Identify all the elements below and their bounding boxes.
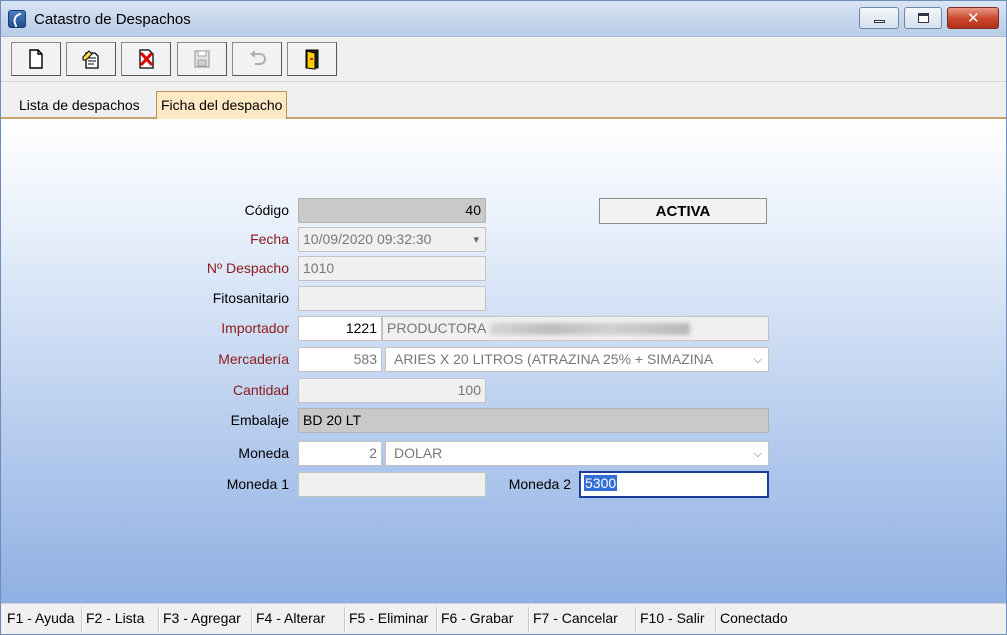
- status-f7-cancel[interactable]: F7 - Cancelar: [529, 607, 636, 632]
- tab-lista-despachos[interactable]: Lista de despachos: [15, 94, 144, 119]
- edit-document-icon: [82, 50, 99, 69]
- importador-code-field[interactable]: 1221: [298, 316, 382, 341]
- codigo-field[interactable]: 40: [298, 198, 486, 223]
- moneda2-label: Moneda 2: [508, 476, 571, 492]
- moneda-label: Moneda: [238, 445, 289, 461]
- status-f1-help[interactable]: F1 - Ayuda: [3, 607, 82, 632]
- exit-door-icon: [305, 49, 319, 70]
- moneda-select[interactable]: DOLAR ⌵: [385, 441, 769, 466]
- status-f10-exit[interactable]: F10 - Salir: [636, 607, 716, 632]
- status-f2-list[interactable]: F2 - Lista: [82, 607, 159, 632]
- importador-name: PRODUCTORA: [387, 320, 487, 336]
- undo-icon: [250, 50, 266, 65]
- new-document-icon: [29, 49, 43, 69]
- fitosanitario-field[interactable]: [298, 286, 486, 311]
- status-f4-edit[interactable]: F4 - Alterar: [252, 607, 345, 632]
- despacho-field[interactable]: 1010: [298, 256, 486, 281]
- status-connection: Conectado: [716, 607, 1006, 632]
- close-button[interactable]: ✕: [947, 7, 999, 29]
- mercaderia-code-field[interactable]: 583: [298, 347, 382, 372]
- status-badge: ACTIVA: [599, 198, 767, 224]
- status-f5-delete[interactable]: F5 - Eliminar: [345, 607, 437, 632]
- form-panel: Código 40 ACTIVA Fecha 10/09/2020 09:32:…: [1, 119, 1006, 603]
- minimize-icon: [874, 20, 885, 23]
- status-bar: F1 - Ayuda F2 - Lista F3 - Agregar F4 - …: [1, 603, 1006, 634]
- mercaderia-name: ARIES X 20 LITROS (ATRAZINA 25% + SIMAZI…: [394, 351, 714, 367]
- window-title: Catastro de Despachos: [34, 11, 191, 28]
- dropdown-arrow-icon[interactable]: ▾: [473, 233, 479, 246]
- despacho-label: Nº Despacho: [206, 260, 289, 276]
- moneda2-value: 5300: [584, 475, 618, 491]
- fecha-field[interactable]: 10/09/2020 09:32:30 ▾: [298, 227, 486, 252]
- embalaje-field[interactable]: BD 20 LT: [298, 408, 769, 433]
- moneda-name: DOLAR: [394, 445, 443, 461]
- close-icon: ✕: [967, 9, 980, 27]
- fecha-value: 10/09/2020 09:32:30: [303, 231, 432, 247]
- delete-button[interactable]: [121, 42, 171, 76]
- cantidad-label: Cantidad: [232, 382, 289, 398]
- new-button[interactable]: [11, 42, 61, 76]
- app-icon: [8, 10, 26, 28]
- mercaderia-label: Mercadería: [218, 351, 289, 367]
- edit-button[interactable]: [66, 42, 116, 76]
- redacted-text: [490, 323, 691, 336]
- main-window: Catastro de Despachos ✕ Lista de despach…: [0, 0, 1007, 635]
- moneda1-label: Moneda 1: [226, 476, 289, 492]
- minimize-button[interactable]: [859, 7, 899, 29]
- toolbar: [1, 38, 1006, 82]
- moneda2-field[interactable]: 5300: [579, 471, 769, 498]
- mercaderia-select[interactable]: ARIES X 20 LITROS (ATRAZINA 25% + SIMAZI…: [385, 347, 769, 372]
- save-button[interactable]: [177, 42, 227, 76]
- save-icon: [194, 50, 210, 68]
- moneda-code-field[interactable]: 2: [298, 441, 382, 466]
- moneda1-field[interactable]: [298, 472, 486, 497]
- tab-ficha-despacho[interactable]: Ficha del despacho: [156, 91, 288, 119]
- status-f3-add[interactable]: F3 - Agregar: [159, 607, 252, 632]
- chevron-down-icon[interactable]: ⌵: [754, 447, 762, 461]
- exit-button[interactable]: [287, 42, 337, 76]
- codigo-label: Código: [244, 202, 289, 218]
- embalaje-label: Embalaje: [230, 412, 289, 428]
- status-f6-save[interactable]: F6 - Grabar: [437, 607, 529, 632]
- delete-icon: [139, 49, 154, 69]
- tab-strip: Lista de despachos Ficha del despacho: [1, 91, 1006, 119]
- importador-label: Importador: [221, 320, 289, 336]
- chevron-down-icon[interactable]: ⌵: [750, 353, 762, 367]
- undo-button[interactable]: [232, 42, 282, 76]
- title-bar[interactable]: Catastro de Despachos ✕: [1, 1, 1006, 37]
- cantidad-field[interactable]: 100: [298, 378, 486, 403]
- maximize-icon: [918, 13, 929, 23]
- maximize-button[interactable]: [904, 7, 942, 29]
- importador-name-field[interactable]: PRODUCTORA: [382, 316, 769, 341]
- fecha-label: Fecha: [250, 231, 289, 247]
- fitosanitario-label: Fitosanitario: [212, 290, 289, 306]
